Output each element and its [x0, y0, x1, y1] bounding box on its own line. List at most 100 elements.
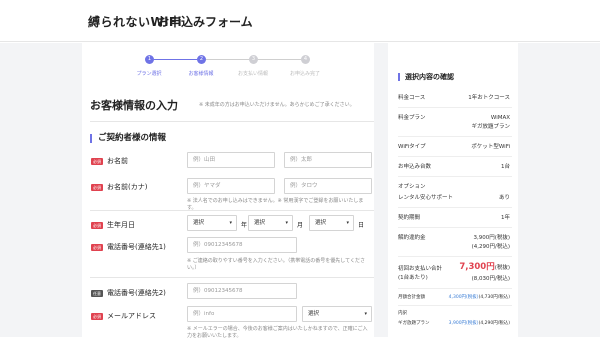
step-1-label: プラン選択: [136, 71, 162, 77]
month-unit: 月: [297, 222, 304, 229]
email-domain-value: 選択: [308, 311, 320, 317]
first-name-input[interactable]: 例）太郎: [284, 152, 372, 168]
summary-row-value-2: (4,290円/税込): [471, 244, 510, 250]
birthdate-label: 必須 生年月日: [91, 220, 135, 230]
divider: [398, 256, 512, 257]
name-label-text: お名前: [107, 157, 128, 165]
summary-row-value: WiMAX: [490, 115, 510, 121]
birth-year-value: 選択: [193, 220, 205, 226]
summary-row-label: 解約違約金: [398, 235, 426, 241]
step-connector: [258, 59, 301, 60]
phone2-label-text: 電話番号(連絡先2): [107, 289, 166, 297]
summary-row-label: 料金プラン: [398, 115, 426, 121]
birthdate-label-text: 生年月日: [107, 221, 135, 229]
required-badge: 必須: [91, 221, 103, 229]
divider: [398, 288, 512, 289]
name-label: 必須 お名前: [91, 156, 128, 166]
summary-row-label: お申込み台数: [398, 164, 432, 170]
required-badge: 必須: [91, 157, 103, 165]
step-3-label: お支払い情報: [237, 71, 268, 77]
form-panel: 1 2 3 4 プラン選択 お客様情報 お支払い情報 お申込み完了 お客様情報の…: [82, 43, 374, 339]
section-title: お客様情報の入力: [90, 99, 178, 112]
birth-day-select[interactable]: 選択 ▾: [309, 215, 354, 231]
initial-payment-label-2: (1台あたり): [398, 275, 428, 281]
phone1-input[interactable]: 例）09012345678: [187, 237, 297, 253]
birth-month-value: 選択: [254, 220, 266, 226]
initial-payment-value-2: (8,030円/税込): [471, 276, 510, 282]
chevron-down-icon: ▾: [285, 220, 288, 226]
step-4-label: お申込み完了: [289, 71, 320, 77]
email-label: 必須 メールアドレス: [91, 311, 156, 321]
subsection-title: ご契約者様の情報: [90, 134, 166, 143]
section-note: ※ 未成年の方はお申込いただけません。あらかじめご了承ください。: [199, 102, 355, 108]
initial-payment-label: 初回お支払い合計: [398, 266, 443, 272]
monthly-total-amount: 4,300円(税抜): [448, 295, 479, 300]
email-label-text: メールアドレス: [107, 312, 156, 320]
summary-title: 選択内容の確認: [398, 73, 454, 81]
divider: [398, 305, 512, 306]
chevron-down-icon: ▾: [229, 220, 232, 226]
phone2-label: 任意 電話番号(連絡先2): [91, 288, 166, 298]
email-local-input[interactable]: 例）info: [187, 306, 297, 322]
step-2-dot: 2: [197, 55, 206, 64]
required-badge: 必須: [91, 312, 103, 320]
kana-label: 必須 お名前(カナ): [91, 182, 147, 192]
divider: [398, 227, 512, 228]
kana-label-text: お名前(カナ): [107, 183, 148, 191]
email-domain-select[interactable]: 選択 ▾: [302, 306, 372, 322]
step-2-label: お客様情報: [188, 71, 214, 77]
step-3-dot: 3: [249, 55, 258, 64]
summary-row-value: 1台: [501, 164, 510, 170]
birth-day-value: 選択: [315, 220, 327, 226]
initial-payment-suffix: (税抜): [494, 265, 510, 271]
phone1-label: 必須 電話番号(連絡先1): [91, 242, 166, 252]
divider: [90, 210, 374, 211]
breakdown-plan-amount: 3,900円(税抜): [448, 321, 479, 326]
summary-row-value: ポケット型WiFi: [471, 144, 510, 150]
summary-row-label: 料金コース: [398, 95, 426, 101]
divider: [398, 107, 512, 108]
breakdown-plan-value: 3,900円(税抜)(4,290円/税込): [449, 320, 510, 328]
summary-row-value: 3,900円(税抜): [473, 235, 510, 241]
summary-row-value: 1年おトクコース: [468, 95, 510, 101]
last-name-kana-input[interactable]: 例）ヤマダ: [187, 178, 275, 194]
step-4-dot: 4: [301, 55, 310, 64]
summary-row-value: 1年: [501, 215, 510, 221]
divider: [398, 207, 512, 208]
divider: [90, 121, 374, 122]
birth-year-select[interactable]: 選択 ▾: [187, 215, 237, 231]
required-badge: 必須: [91, 183, 103, 191]
summary-row-label: WiFiタイプ: [398, 144, 426, 150]
day-unit: 日: [358, 222, 365, 229]
breakdown-plan-label: ギガ放題プラン: [398, 321, 430, 326]
divider: [398, 136, 512, 137]
monthly-total-value: 4,300円(税抜)(4,730円/税込): [449, 294, 510, 302]
summary-row-label: 契約期間: [398, 215, 421, 221]
last-name-input[interactable]: 例）山田: [187, 152, 275, 168]
phone1-note: ※ ご連絡の取りやすい番号を入力ください。（携帯電話の番号を優先してください。）: [187, 258, 365, 271]
year-unit: 年: [241, 222, 248, 229]
first-name-kana-input[interactable]: 例）タロウ: [284, 178, 372, 194]
required-badge: 必須: [91, 243, 103, 251]
breakdown-label: 内訳: [398, 311, 407, 316]
phone1-label-text: 電話番号(連絡先1): [107, 243, 166, 251]
initial-payment-amount: 7,300円: [459, 262, 495, 272]
divider: [398, 156, 512, 157]
optional-badge: 任意: [91, 289, 103, 297]
birth-month-select[interactable]: 選択 ▾: [248, 215, 293, 231]
divider: [90, 277, 374, 278]
initial-payment-value: 7,300円(税抜): [459, 263, 510, 272]
header: 縛られないWiFi お申込みフォーム: [0, 0, 600, 42]
summary-row-value-2: ギガ放題プラン: [471, 124, 510, 130]
phone2-input[interactable]: 例）09012345678: [187, 283, 297, 299]
summary-row-value: あり: [498, 195, 510, 201]
step-connector: [154, 59, 197, 60]
step-indicator: 1 2 3 4 プラン選択 お客様情報 お支払い情報 お申込み完了: [82, 55, 374, 85]
summary-row-label: オプション: [398, 184, 426, 190]
monthly-total-label: 月額合計金額: [398, 295, 425, 300]
step-1-dot: 1: [145, 55, 154, 64]
order-summary-panel: 選択内容の確認 料金コース 1年おトクコース 料金プラン WiMAX ギガ放題プ…: [388, 43, 518, 337]
breakdown-plan-taxincl: (4,290円/税込): [478, 321, 510, 326]
monthly-total-taxincl: (4,730円/税込): [478, 295, 510, 300]
chevron-down-icon: ▾: [364, 311, 367, 317]
